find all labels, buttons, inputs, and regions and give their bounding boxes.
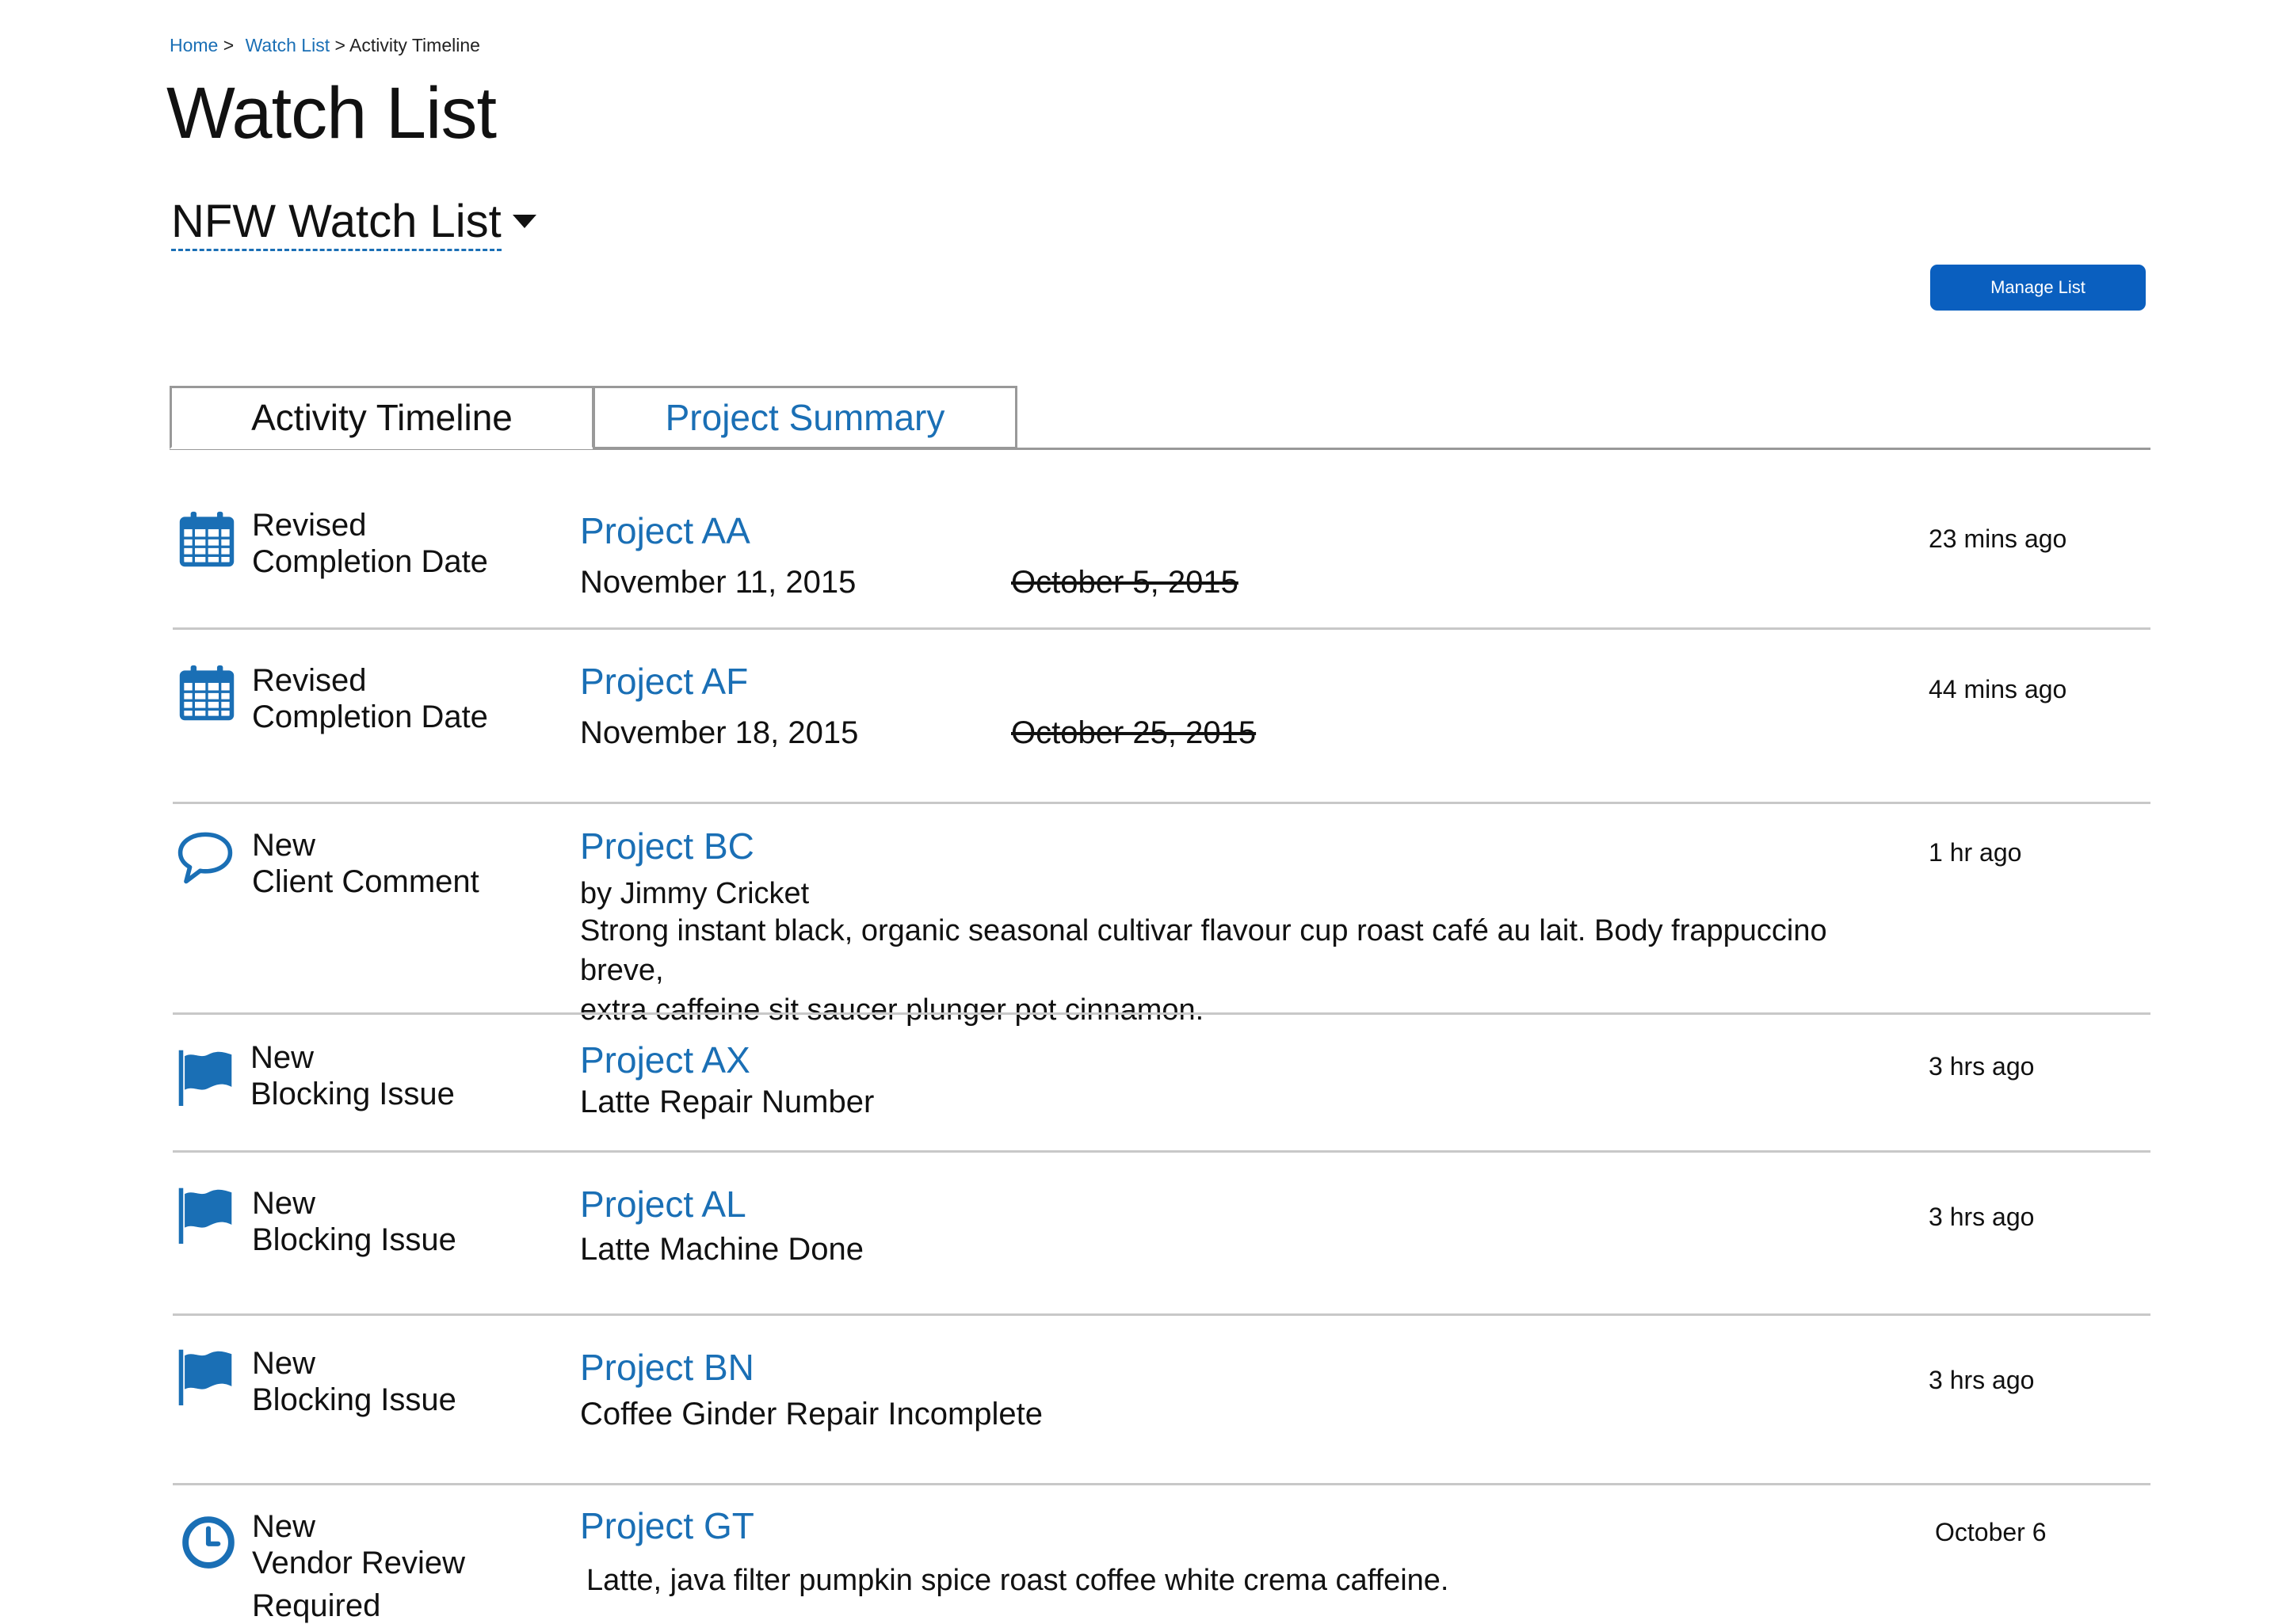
event-type-line: Client Comment xyxy=(252,864,479,899)
time-ago: 3 hrs ago xyxy=(1929,1366,2035,1394)
project-link[interactable]: Project BC xyxy=(580,824,754,868)
flag-icon xyxy=(178,1188,232,1244)
project-link[interactable]: Project BN xyxy=(580,1345,754,1390)
comment-author: by Jimmy Cricket xyxy=(580,877,810,910)
event-type-line: Blocking Issue xyxy=(250,1077,455,1111)
calendar-icon xyxy=(179,665,235,721)
breadcrumb: Home > Watch List > Activity Timeline xyxy=(170,33,480,57)
time-ago: 3 hrs ago xyxy=(1929,1052,2035,1081)
time-ago: October 6 xyxy=(1935,1518,2047,1546)
page-title: Watch List xyxy=(166,73,497,154)
row-divider xyxy=(173,1150,2150,1153)
time-ago: 1 hr ago xyxy=(1929,838,2022,867)
event-type-line: Blocking Issue xyxy=(252,1382,456,1417)
project-link[interactable]: Project GT xyxy=(580,1504,754,1548)
event-type-line: Required xyxy=(252,1588,381,1623)
event-type-line: New xyxy=(252,1509,316,1544)
flag-icon xyxy=(178,1349,232,1405)
row-divider xyxy=(173,627,2150,630)
tab-project-summary[interactable]: Project Summary xyxy=(593,386,1017,449)
caret-down-icon xyxy=(512,215,536,229)
event-type: New Client Comment xyxy=(252,827,479,900)
event-type-line: New xyxy=(252,828,316,863)
watch-list-dropdown[interactable]: NFW Watch List xyxy=(171,193,536,251)
event-type-line: Revised xyxy=(252,508,367,543)
event-type: New Blocking Issue xyxy=(250,1039,455,1112)
row-divider xyxy=(173,802,2150,804)
review-detail: Latte, java filter pumpkin spice roast c… xyxy=(586,1564,1449,1597)
breadcrumb-home-link[interactable]: Home xyxy=(170,35,218,55)
project-link[interactable]: Project AL xyxy=(580,1182,746,1226)
event-type-line: Vendor Review xyxy=(252,1546,466,1580)
issue-detail: Latte Machine Done xyxy=(580,1232,864,1267)
tab-activity-timeline[interactable]: Activity Timeline xyxy=(170,386,594,449)
event-type: New Vendor Review Required xyxy=(252,1508,465,1624)
event-type: Revised Completion Date xyxy=(252,507,488,580)
breadcrumb-separator: > xyxy=(334,35,345,55)
project-link[interactable]: Project AA xyxy=(580,509,750,553)
issue-detail: Coffee Ginder Repair Incomplete xyxy=(580,1397,1044,1431)
event-type-line: New xyxy=(252,1346,316,1381)
breadcrumb-watch-list-link[interactable]: Watch List xyxy=(246,35,330,55)
event-type: Revised Completion Date xyxy=(252,662,488,735)
new-completion-date: November 11, 2015 xyxy=(580,565,857,600)
event-type-line: New xyxy=(250,1040,315,1075)
time-ago: 23 mins ago xyxy=(1929,524,2067,553)
clock-icon xyxy=(182,1516,235,1569)
manage-list-button[interactable]: Manage List xyxy=(1930,265,2146,311)
comment-text-line: extra caffeine sit saucer plunger pot ci… xyxy=(580,993,1204,1027)
breadcrumb-current: Activity Timeline xyxy=(349,35,480,55)
time-ago: 44 mins ago xyxy=(1929,675,2067,703)
watch-list-dropdown-value: NFW Watch List xyxy=(171,196,502,251)
project-link[interactable]: Project AF xyxy=(580,659,748,703)
event-type-line: Blocking Issue xyxy=(252,1222,456,1257)
old-completion-date: October 5, 2015 xyxy=(1011,565,1238,600)
flag-icon xyxy=(178,1050,232,1106)
event-type-line: New xyxy=(252,1186,316,1221)
comment-text-line: Strong instant black, organic seasonal c… xyxy=(580,914,1827,987)
event-type: New Blocking Issue xyxy=(252,1185,456,1258)
old-completion-date: October 25, 2015 xyxy=(1011,715,1257,750)
breadcrumb-separator: > xyxy=(223,35,235,55)
comment-icon xyxy=(177,832,233,884)
project-link[interactable]: Project AX xyxy=(580,1038,750,1082)
new-completion-date: November 18, 2015 xyxy=(580,715,859,750)
event-type-line: Revised xyxy=(252,663,367,698)
issue-detail: Latte Repair Number xyxy=(580,1085,875,1119)
event-type-line: Completion Date xyxy=(252,700,488,734)
event-type-line: Completion Date xyxy=(252,544,488,579)
calendar-icon xyxy=(179,511,235,567)
row-divider xyxy=(173,1483,2150,1485)
time-ago: 3 hrs ago xyxy=(1929,1203,2035,1231)
event-type: New Blocking Issue xyxy=(252,1345,456,1418)
row-divider xyxy=(173,1012,2150,1015)
row-divider xyxy=(173,1313,2150,1316)
